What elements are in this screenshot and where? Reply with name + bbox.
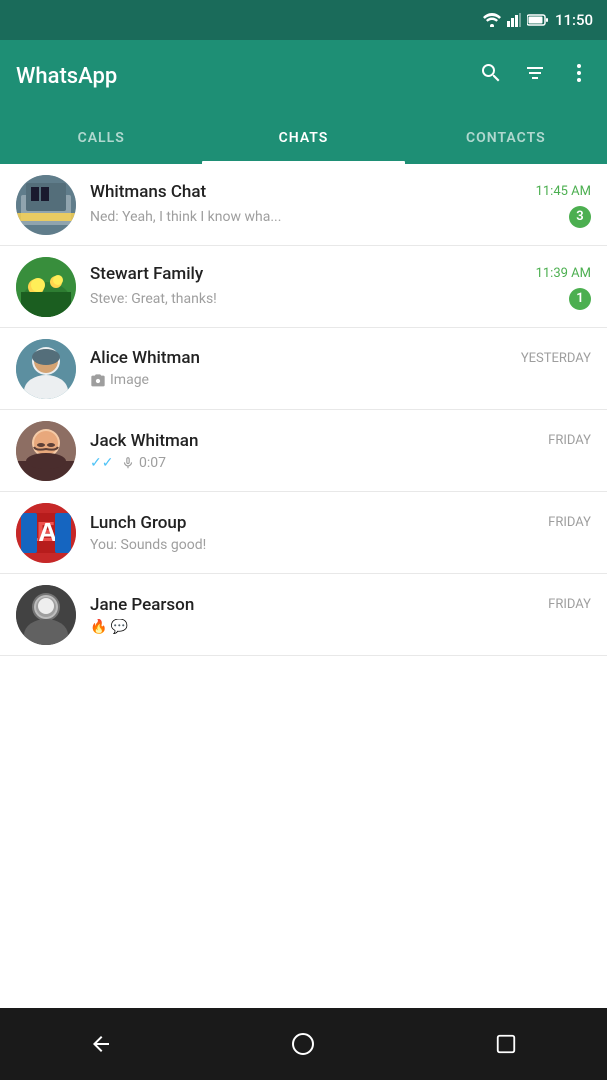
chat-info: Whitmans Chat 11:45 AM Ned: Yeah, I thin… <box>90 182 591 228</box>
menu-icon[interactable] <box>567 61 591 91</box>
wifi-icon <box>483 13 501 27</box>
home-button[interactable] <box>273 1014 333 1074</box>
battery-icon <box>527 14 549 26</box>
message-filter-icon[interactable] <box>523 61 547 91</box>
chat-time: 11:45 AM <box>536 184 591 199</box>
chat-name: Jane Pearson <box>90 595 194 615</box>
header-actions <box>479 61 591 91</box>
chat-info: Jack Whitman FRIDAY ✓✓ 0:07 <box>90 431 591 471</box>
status-icons: 11:50 <box>483 11 593 29</box>
tab-chats[interactable]: CHATS <box>202 112 404 164</box>
chat-preview: Ned: Yeah, I think I know wha... <box>90 209 561 225</box>
chat-time: FRIDAY <box>548 515 591 530</box>
status-bar: 11:50 <box>0 0 607 40</box>
app-title: WhatsApp <box>16 64 467 89</box>
chat-time: FRIDAY <box>548 597 591 612</box>
chat-preview: You: Sounds good! <box>90 537 591 553</box>
read-receipt-icon: ✓✓ <box>90 455 113 471</box>
chat-time: FRIDAY <box>548 433 591 448</box>
search-icon[interactable] <box>479 61 503 91</box>
chat-name: Alice Whitman <box>90 348 200 368</box>
chat-info: Lunch Group FRIDAY You: Sounds good! <box>90 513 591 553</box>
list-item[interactable]: Jane Pearson FRIDAY 🔥 💬 <box>0 574 607 656</box>
chat-name: Lunch Group <box>90 513 186 533</box>
app-header: WhatsApp <box>0 40 607 112</box>
tab-calls[interactable]: CALLS <box>0 112 202 164</box>
list-item[interactable]: Alice Whitman YESTERDAY Image <box>0 328 607 410</box>
recents-button[interactable] <box>476 1014 536 1074</box>
list-item[interactable]: Jack Whitman FRIDAY ✓✓ 0:07 <box>0 410 607 492</box>
tab-contacts[interactable]: CONTACTS <box>405 112 607 164</box>
list-item[interactable]: Stewart Family 11:39 AM Steve: Great, th… <box>0 246 607 328</box>
chat-name: Whitmans Chat <box>90 182 206 202</box>
microphone-icon <box>121 456 135 470</box>
chat-info: Alice Whitman YESTERDAY Image <box>90 348 591 388</box>
chat-info: Stewart Family 11:39 AM Steve: Great, th… <box>90 264 591 310</box>
chat-preview: Image <box>90 372 591 388</box>
avatar <box>16 175 76 235</box>
chat-info: Jane Pearson FRIDAY 🔥 💬 <box>90 595 591 635</box>
status-time: 11:50 <box>555 11 593 29</box>
avatar: E EAT <box>16 503 76 563</box>
unread-badge: 1 <box>569 288 591 310</box>
tab-bar: CALLS CHATS CONTACTS <box>0 112 607 164</box>
chat-name: Stewart Family <box>90 264 203 284</box>
chat-name: Jack Whitman <box>90 431 198 451</box>
camera-icon <box>90 373 106 389</box>
signal-icon <box>507 13 521 27</box>
chat-preview: Steve: Great, thanks! <box>90 291 561 307</box>
avatar <box>16 339 76 399</box>
chat-list: Whitmans Chat 11:45 AM Ned: Yeah, I thin… <box>0 164 607 1008</box>
avatar <box>16 257 76 317</box>
chat-time: 11:39 AM <box>536 266 591 281</box>
unread-badge: 3 <box>569 206 591 228</box>
chat-time: YESTERDAY <box>521 351 591 366</box>
chat-preview: ✓✓ 0:07 <box>90 455 591 471</box>
back-button[interactable] <box>71 1014 131 1074</box>
avatar <box>16 421 76 481</box>
list-item[interactable]: E EAT Lunch Group FRIDAY You: Sounds goo… <box>0 492 607 574</box>
chat-preview: 🔥 💬 <box>90 619 591 635</box>
nav-bar <box>0 1008 607 1080</box>
list-item[interactable]: Whitmans Chat 11:45 AM Ned: Yeah, I thin… <box>0 164 607 246</box>
avatar <box>16 585 76 645</box>
